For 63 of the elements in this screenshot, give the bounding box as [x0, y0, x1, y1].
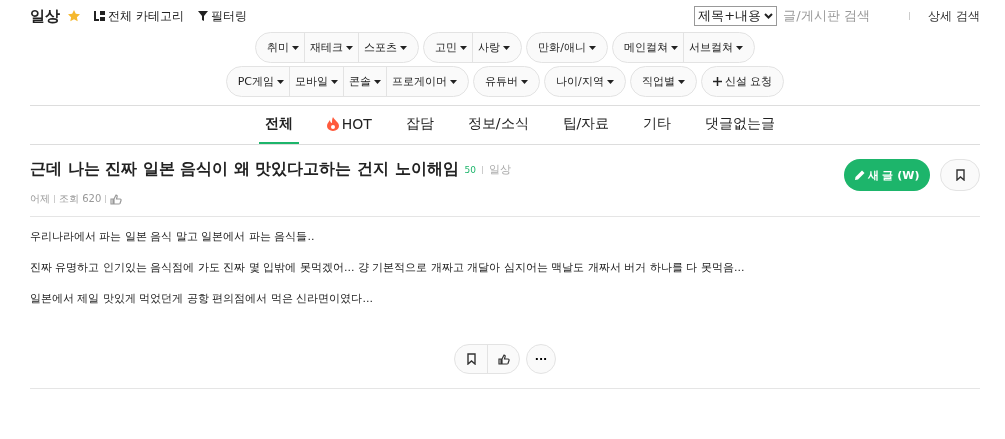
bookmark-button[interactable] — [940, 159, 980, 191]
chevron-icon — [764, 13, 774, 19]
search-scope-select[interactable]: 제목+내용 — [694, 6, 778, 26]
more-button[interactable]: ··· — [526, 344, 556, 374]
caret-icon — [400, 45, 408, 50]
caret-icon — [588, 45, 596, 50]
star-icon[interactable] — [68, 10, 80, 22]
board-title: 일상 — [30, 6, 60, 26]
post-paragraph: 우리나라에서 파는 일본 음식 말고 일본에서 파는 음식들.. — [30, 229, 316, 244]
caret-icon — [450, 79, 458, 84]
category-chip[interactable]: 신설 요청 — [707, 67, 778, 96]
category-chip[interactable]: 모바일 — [289, 67, 344, 96]
caret-icon — [503, 45, 511, 50]
thumbs-up-icon — [110, 193, 123, 205]
caret-icon — [670, 45, 678, 50]
caret-icon — [521, 79, 529, 84]
filter-icon — [197, 11, 208, 21]
bookmark-icon — [955, 169, 965, 181]
board-tab[interactable]: 기타 — [637, 106, 678, 144]
category-chip[interactable]: 재테크 — [304, 33, 359, 62]
category-chip[interactable]: 나이/지역 — [551, 67, 619, 96]
category-chip[interactable]: 콘솔 — [343, 67, 387, 96]
board-tab[interactable]: 정보/소식 — [461, 106, 535, 144]
bookmark-icon — [466, 353, 476, 365]
post-date: 어제 — [30, 192, 50, 206]
caret-icon — [677, 79, 685, 84]
caret-icon — [331, 79, 339, 84]
category-chip[interactable]: 메인컬쳐 — [618, 33, 683, 62]
post-paragraph: 일본에서 제일 맛있게 먹었던게 공항 편의점에서 먹은 신라면이였다... — [30, 291, 374, 306]
caret-icon — [346, 45, 354, 50]
advanced-search-link[interactable]: 상세 검색 — [928, 7, 980, 25]
category-chip[interactable]: 유튜버 — [480, 67, 534, 96]
board-tab[interactable]: 전체 — [258, 106, 299, 144]
board-tab[interactable]: 댓글없는글 — [699, 106, 782, 144]
caret-icon — [460, 45, 468, 50]
points-count: 50 — [464, 164, 476, 175]
thumbs-up-icon — [497, 353, 510, 365]
category-chip[interactable]: 스포츠 — [358, 33, 413, 62]
board-tab[interactable]: HOT — [320, 106, 378, 144]
category-chip[interactable]: 서브컬쳐 — [682, 33, 748, 62]
category-chip[interactable]: 사랑 — [472, 33, 516, 62]
pencil-icon — [854, 170, 865, 180]
category-chip[interactable]: 고민 — [430, 33, 473, 62]
category-chip[interactable]: 만화/애니 — [533, 33, 601, 62]
board-tab[interactable]: 팁/자료 — [556, 106, 616, 144]
post-paragraph: 진짜 유명하고 인기있는 음식점에 가도 진짜 몇 입밖에 못먹겠어... 걍 기본적으로 개짜고 개달아 심지어는 맥날도 개짜서 버거 하나를 다 못먹음... — [30, 260, 746, 275]
category-chip[interactable]: 직업별 — [636, 67, 690, 96]
category-chip[interactable]: 프로게이머 — [386, 67, 463, 96]
caret-icon — [735, 45, 743, 50]
view-count: 조회 620 — [59, 192, 102, 206]
category-chip[interactable]: 취미 — [262, 33, 305, 62]
filter-link[interactable]: 필터링 — [197, 7, 247, 25]
all-categories-link[interactable]: 전체 카테고리 — [94, 7, 184, 25]
caret-icon — [374, 79, 382, 84]
fire-icon — [326, 117, 339, 131]
caret-icon — [606, 79, 614, 84]
category-icon — [94, 11, 105, 21]
plus-icon — [712, 77, 722, 86]
caret-icon — [277, 79, 285, 84]
post-title: 근데 나는 진짜 일본 음식이 왜 맛있다고하는 건지 노이해임 — [30, 159, 459, 180]
board-tab[interactable]: 잡담 — [399, 106, 440, 144]
category-chip[interactable]: PC게임 — [232, 67, 290, 96]
caret-icon — [292, 45, 300, 50]
